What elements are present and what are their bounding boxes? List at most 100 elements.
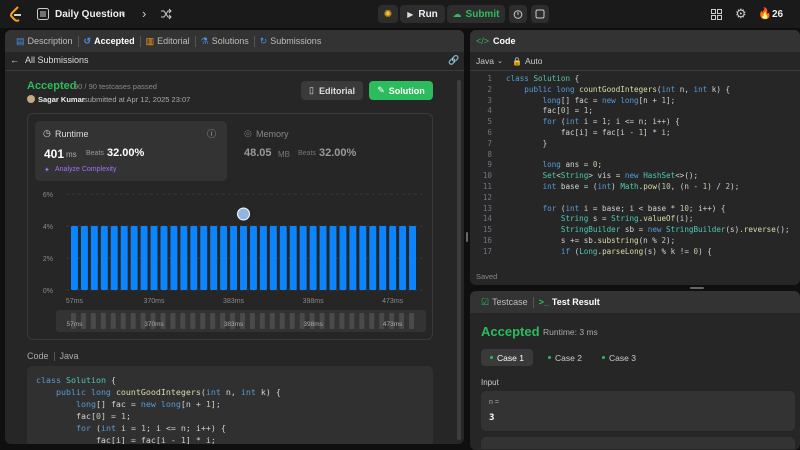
streak-count: 26 — [772, 9, 784, 20]
code-token: ; — [588, 106, 593, 116]
line-number: 9 — [487, 160, 492, 170]
runtime-bar — [329, 226, 337, 290]
y-tick-label: 4% — [43, 224, 53, 231]
code-token: , (n - — [670, 181, 703, 191]
case-3-label: Case 3 — [609, 352, 636, 363]
editorial-button[interactable]: ▯ Editorial — [301, 81, 363, 100]
tab-submissions[interactable]: ↻ Submissions — [255, 30, 327, 52]
left-scrollbar[interactable] — [457, 80, 461, 440]
code-token: 10 — [661, 181, 671, 191]
runtime-bar — [319, 226, 327, 290]
editor-line: 3 long[] fac = new long[n + 1]; — [470, 96, 800, 107]
notes-icon[interactable] — [531, 5, 549, 23]
runtime-bar — [289, 226, 297, 290]
streak-fire-icon[interactable]: 🔥 — [758, 7, 772, 20]
all-submissions-back[interactable]: ← All Submissions — [10, 55, 89, 65]
runtime-bar — [110, 226, 118, 290]
code-token: (n % — [638, 235, 662, 245]
problem-list-icon[interactable] — [37, 8, 49, 20]
code-token: int — [693, 84, 708, 94]
memory-card[interactable]: ◎ Memory 48.05 MB Beats 32.00% — [238, 121, 428, 181]
user-name[interactable]: Sagar Kumar — [38, 95, 85, 104]
analyze-complexity-link[interactable]: Analyze Complexity — [55, 166, 116, 173]
submit-button[interactable]: ☁ Submit — [447, 5, 505, 23]
code-token: int — [542, 181, 557, 191]
range-selector-bar — [130, 313, 136, 329]
range-selector-bar — [180, 313, 186, 329]
code-token: n, — [220, 387, 241, 397]
user-avatar[interactable] — [27, 95, 35, 103]
y-tick-label: 6% — [43, 192, 53, 199]
tab-test-result[interactable]: >_ Test Result — [534, 291, 605, 313]
tab-description[interactable]: ▤ Description — [11, 30, 78, 52]
testcases-passed: 90 / 90 testcases passed — [74, 82, 157, 91]
code-token: ; i <= n; i++) { — [606, 117, 680, 127]
runtime-bar — [170, 226, 178, 290]
range-selector-bar — [269, 313, 275, 329]
timer-icon[interactable] — [509, 5, 527, 23]
link-icon[interactable]: 🔗 — [448, 55, 459, 66]
range-selector-bar — [409, 313, 415, 329]
editor-line: 2 public long countGoodIntegers(int n, i… — [470, 85, 800, 96]
code-token: StringBuilder — [666, 225, 726, 235]
code-token: ]; — [210, 399, 221, 409]
settings-gear-icon[interactable]: ⚙ — [735, 6, 747, 22]
tab-accepted[interactable]: ↺ Accepted — [79, 30, 140, 52]
code-token: ]; — [666, 95, 676, 105]
tab-testcase[interactable]: ☑ Testcase — [476, 291, 533, 313]
layout-grid-icon[interactable] — [710, 8, 722, 20]
runtime-bar — [130, 226, 138, 290]
shuffle-icon[interactable] — [160, 8, 172, 20]
memory-chip-icon: ◎ — [244, 128, 252, 138]
debug-button[interactable]: ✺ — [378, 5, 398, 23]
code-token: String — [560, 214, 589, 224]
runtime-bar — [279, 226, 287, 290]
runtime-distribution-chart[interactable]: 6% 4% 2% 0% 57ms 370ms 383ms 398ms 473ms 57ms 370m… — [28, 182, 432, 339]
code-token: ( — [90, 423, 101, 433]
runtime-bar — [210, 226, 218, 290]
case-1-tab[interactable]: Case 1 — [481, 349, 533, 366]
code-token: int — [661, 84, 676, 94]
horizontal-splitter[interactable] — [690, 287, 704, 289]
runtime-card[interactable]: ◷ Runtime ⓘ 401 ms Beats 32.00% ✦ Analyz… — [35, 121, 227, 181]
editor-line: 9 long ans = 0; — [470, 160, 800, 171]
terminal-icon: >_ — [538, 297, 549, 307]
code-token: for — [75, 423, 91, 433]
code-token: ; — [597, 160, 603, 170]
code-token: sb = — [620, 225, 648, 235]
editor-line: 14 String s = String.valueOf(i); — [470, 214, 800, 225]
language-selector[interactable]: Java ⌄ — [476, 56, 503, 66]
run-label: Run — [418, 8, 438, 20]
case-3-tab[interactable]: Case 3 — [594, 349, 644, 366]
leetcode-logo-icon[interactable] — [9, 6, 23, 22]
code-token: ; i++) { — [688, 203, 726, 213]
runtime-bar — [100, 226, 108, 290]
next-problem-icon[interactable]: › — [142, 6, 146, 21]
input-value-box: n = 3 — [481, 391, 795, 431]
runtime-bar — [71, 226, 78, 290]
runtime-bar — [90, 226, 98, 290]
case-2-tab[interactable]: Case 2 — [540, 349, 590, 366]
code-token: fac[ — [36, 411, 96, 421]
tab-solutions[interactable]: ⚗ Solutions — [196, 30, 254, 52]
tab-editorial[interactable]: ▥ Editorial — [141, 30, 195, 52]
range-selector-bar — [279, 313, 285, 329]
runtime-beats: 32.00% — [107, 147, 145, 159]
auto-mode-toggle[interactable]: 🔒 Auto — [512, 56, 542, 66]
prev-problem-icon[interactable]: ‹ — [121, 6, 125, 21]
code-token: public long — [524, 84, 580, 94]
run-button[interactable]: ▶ Run — [400, 5, 445, 23]
line-number: 5 — [487, 117, 492, 127]
info-icon[interactable]: ⓘ — [207, 127, 216, 140]
solution-button[interactable]: ✎ Solution — [369, 81, 433, 100]
flask-icon: ⚗ — [200, 35, 209, 46]
vertical-splitter[interactable] — [466, 232, 468, 242]
pass-dot-icon — [490, 356, 494, 359]
code-token: fac[i] = fac[i - — [506, 127, 639, 137]
code-token: int — [597, 181, 612, 191]
code-editor[interactable]: 1 class Solution {2 public long countGood… — [470, 74, 800, 261]
submitted-code-line: for (int i = 1; i <= n; i++) { — [36, 422, 424, 434]
daily-question-title[interactable]: Daily Question — [55, 9, 125, 20]
code-token: new — [624, 171, 644, 181]
memory-label: Memory — [256, 129, 289, 139]
